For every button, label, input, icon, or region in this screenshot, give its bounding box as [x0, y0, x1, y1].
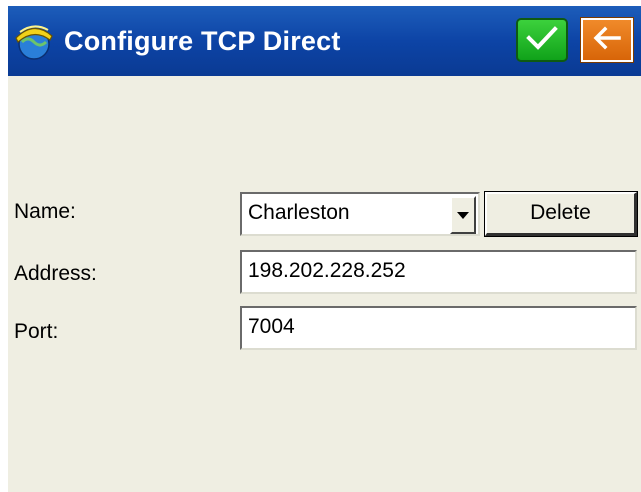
address-field[interactable]: 198.202.228.252	[240, 250, 637, 294]
hard-hat-globe-icon	[12, 18, 56, 62]
ok-button[interactable]	[516, 18, 568, 62]
chevron-down-icon[interactable]	[450, 196, 476, 234]
port-label: Port:	[14, 320, 59, 343]
address-label: Address:	[14, 262, 97, 285]
delete-button[interactable]: Delete	[484, 191, 638, 237]
title-bar: Configure TCP Direct	[8, 6, 641, 76]
window: Configure TCP Direct Name: Charleston De…	[0, 0, 641, 492]
name-label: Name:	[14, 200, 76, 223]
port-field[interactable]: 7004	[240, 306, 637, 350]
name-combobox[interactable]: Charleston	[240, 192, 480, 236]
name-value: Charleston	[248, 201, 350, 224]
form-panel: Name: Charleston Delete Address: 198.202…	[8, 76, 641, 492]
window-title: Configure TCP Direct	[64, 26, 341, 56]
checkmark-icon	[525, 24, 559, 57]
back-button[interactable]	[580, 17, 634, 63]
back-arrow-icon	[591, 25, 623, 56]
